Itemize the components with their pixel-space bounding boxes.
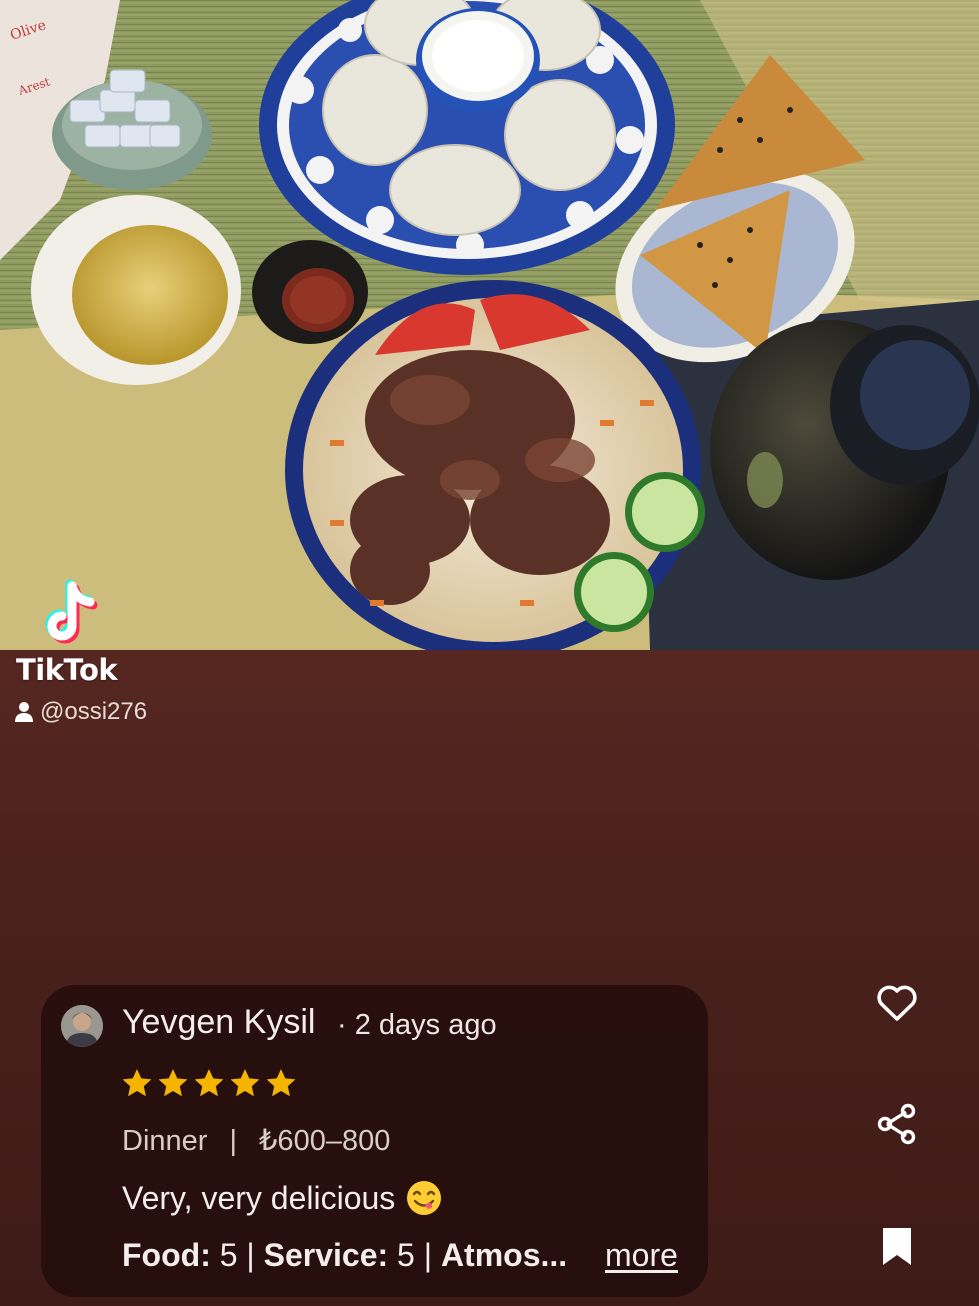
tag-separator: | xyxy=(229,1125,237,1157)
food-photo-image: Olive Arest xyxy=(0,0,979,650)
meal-type: Dinner xyxy=(122,1125,208,1157)
star-rating xyxy=(121,1067,297,1099)
star-icon xyxy=(158,1069,188,1097)
review-sub-ratings: Food: 5 | Service: 5 | Atmos... xyxy=(122,1237,567,1274)
tiktok-handle-text: @ossi276 xyxy=(40,698,148,725)
tiktok-logo-icon xyxy=(45,579,98,644)
person-icon xyxy=(15,702,33,722)
star-icon xyxy=(122,1069,152,1097)
tiktok-handle: @ossi276 xyxy=(14,698,147,726)
review-text-content: Very, very delicious xyxy=(122,1179,396,1216)
avatar-image xyxy=(61,1005,103,1047)
star-icon xyxy=(266,1069,296,1097)
ratings-divider: | xyxy=(246,1237,255,1273)
heart-icon xyxy=(877,985,917,1021)
price-range: ₺600–800 xyxy=(258,1125,391,1157)
review-tags: Dinner | ₺600–800 xyxy=(122,1123,390,1158)
review-card[interactable]: Yevgen Kysil · 2 days ago Dinner | ₺600–80… xyxy=(41,985,708,1297)
food-label: Food: xyxy=(122,1237,211,1273)
service-label: Service: xyxy=(263,1237,389,1273)
more-link[interactable]: more xyxy=(605,1237,678,1274)
share-icon xyxy=(877,1103,916,1145)
atmosphere-label: Atmos... xyxy=(440,1237,568,1273)
share-button[interactable] xyxy=(873,1100,921,1148)
star-icon xyxy=(194,1069,224,1097)
like-button[interactable] xyxy=(873,978,921,1026)
review-text: Very, very delicious xyxy=(122,1179,443,1217)
review-time: · 2 days ago xyxy=(337,1009,497,1041)
review-photo[interactable]: Olive Arest xyxy=(0,0,979,650)
reviewer-avatar[interactable] xyxy=(61,1005,103,1047)
face-savoring-food-icon xyxy=(407,1181,442,1215)
service-value: 5 xyxy=(397,1237,415,1273)
ratings-divider: | xyxy=(423,1237,433,1273)
star-icon xyxy=(230,1069,260,1097)
tiktok-watermark-text: TikTok xyxy=(16,653,118,687)
bookmark-icon xyxy=(883,1228,911,1265)
save-button[interactable] xyxy=(873,1222,921,1270)
reviewer-name[interactable]: Yevgen Kysil xyxy=(122,1003,315,1042)
food-value: 5 xyxy=(219,1237,238,1273)
